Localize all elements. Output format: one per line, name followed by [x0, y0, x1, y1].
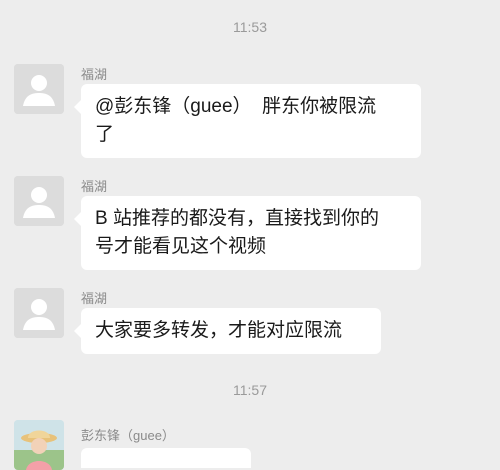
default-user-icon[interactable] [14, 176, 64, 226]
default-user-icon[interactable] [14, 288, 64, 338]
timestamp: 11:53 [233, 19, 267, 35]
message-bubble[interactable]: B 站推荐的都没有，直接找到你的 号才能看见这个视频 [74, 196, 421, 270]
photo-avatar-icon[interactable] [14, 420, 64, 470]
sender-name: 福湖 [81, 67, 108, 82]
sender-name: 福湖 [81, 179, 108, 194]
message-bubble[interactable] [81, 448, 251, 468]
sender-name: 福湖 [81, 291, 108, 306]
default-user-icon[interactable] [14, 64, 64, 114]
sender-name: 彭东锋（guee） [81, 428, 175, 443]
timestamp: 11:57 [233, 382, 267, 398]
message-bubble[interactable]: 大家要多转发，才能对应限流 [74, 308, 381, 354]
message-bubble[interactable]: @彭东锋（guee） 胖东你被限流 了 [74, 84, 421, 158]
